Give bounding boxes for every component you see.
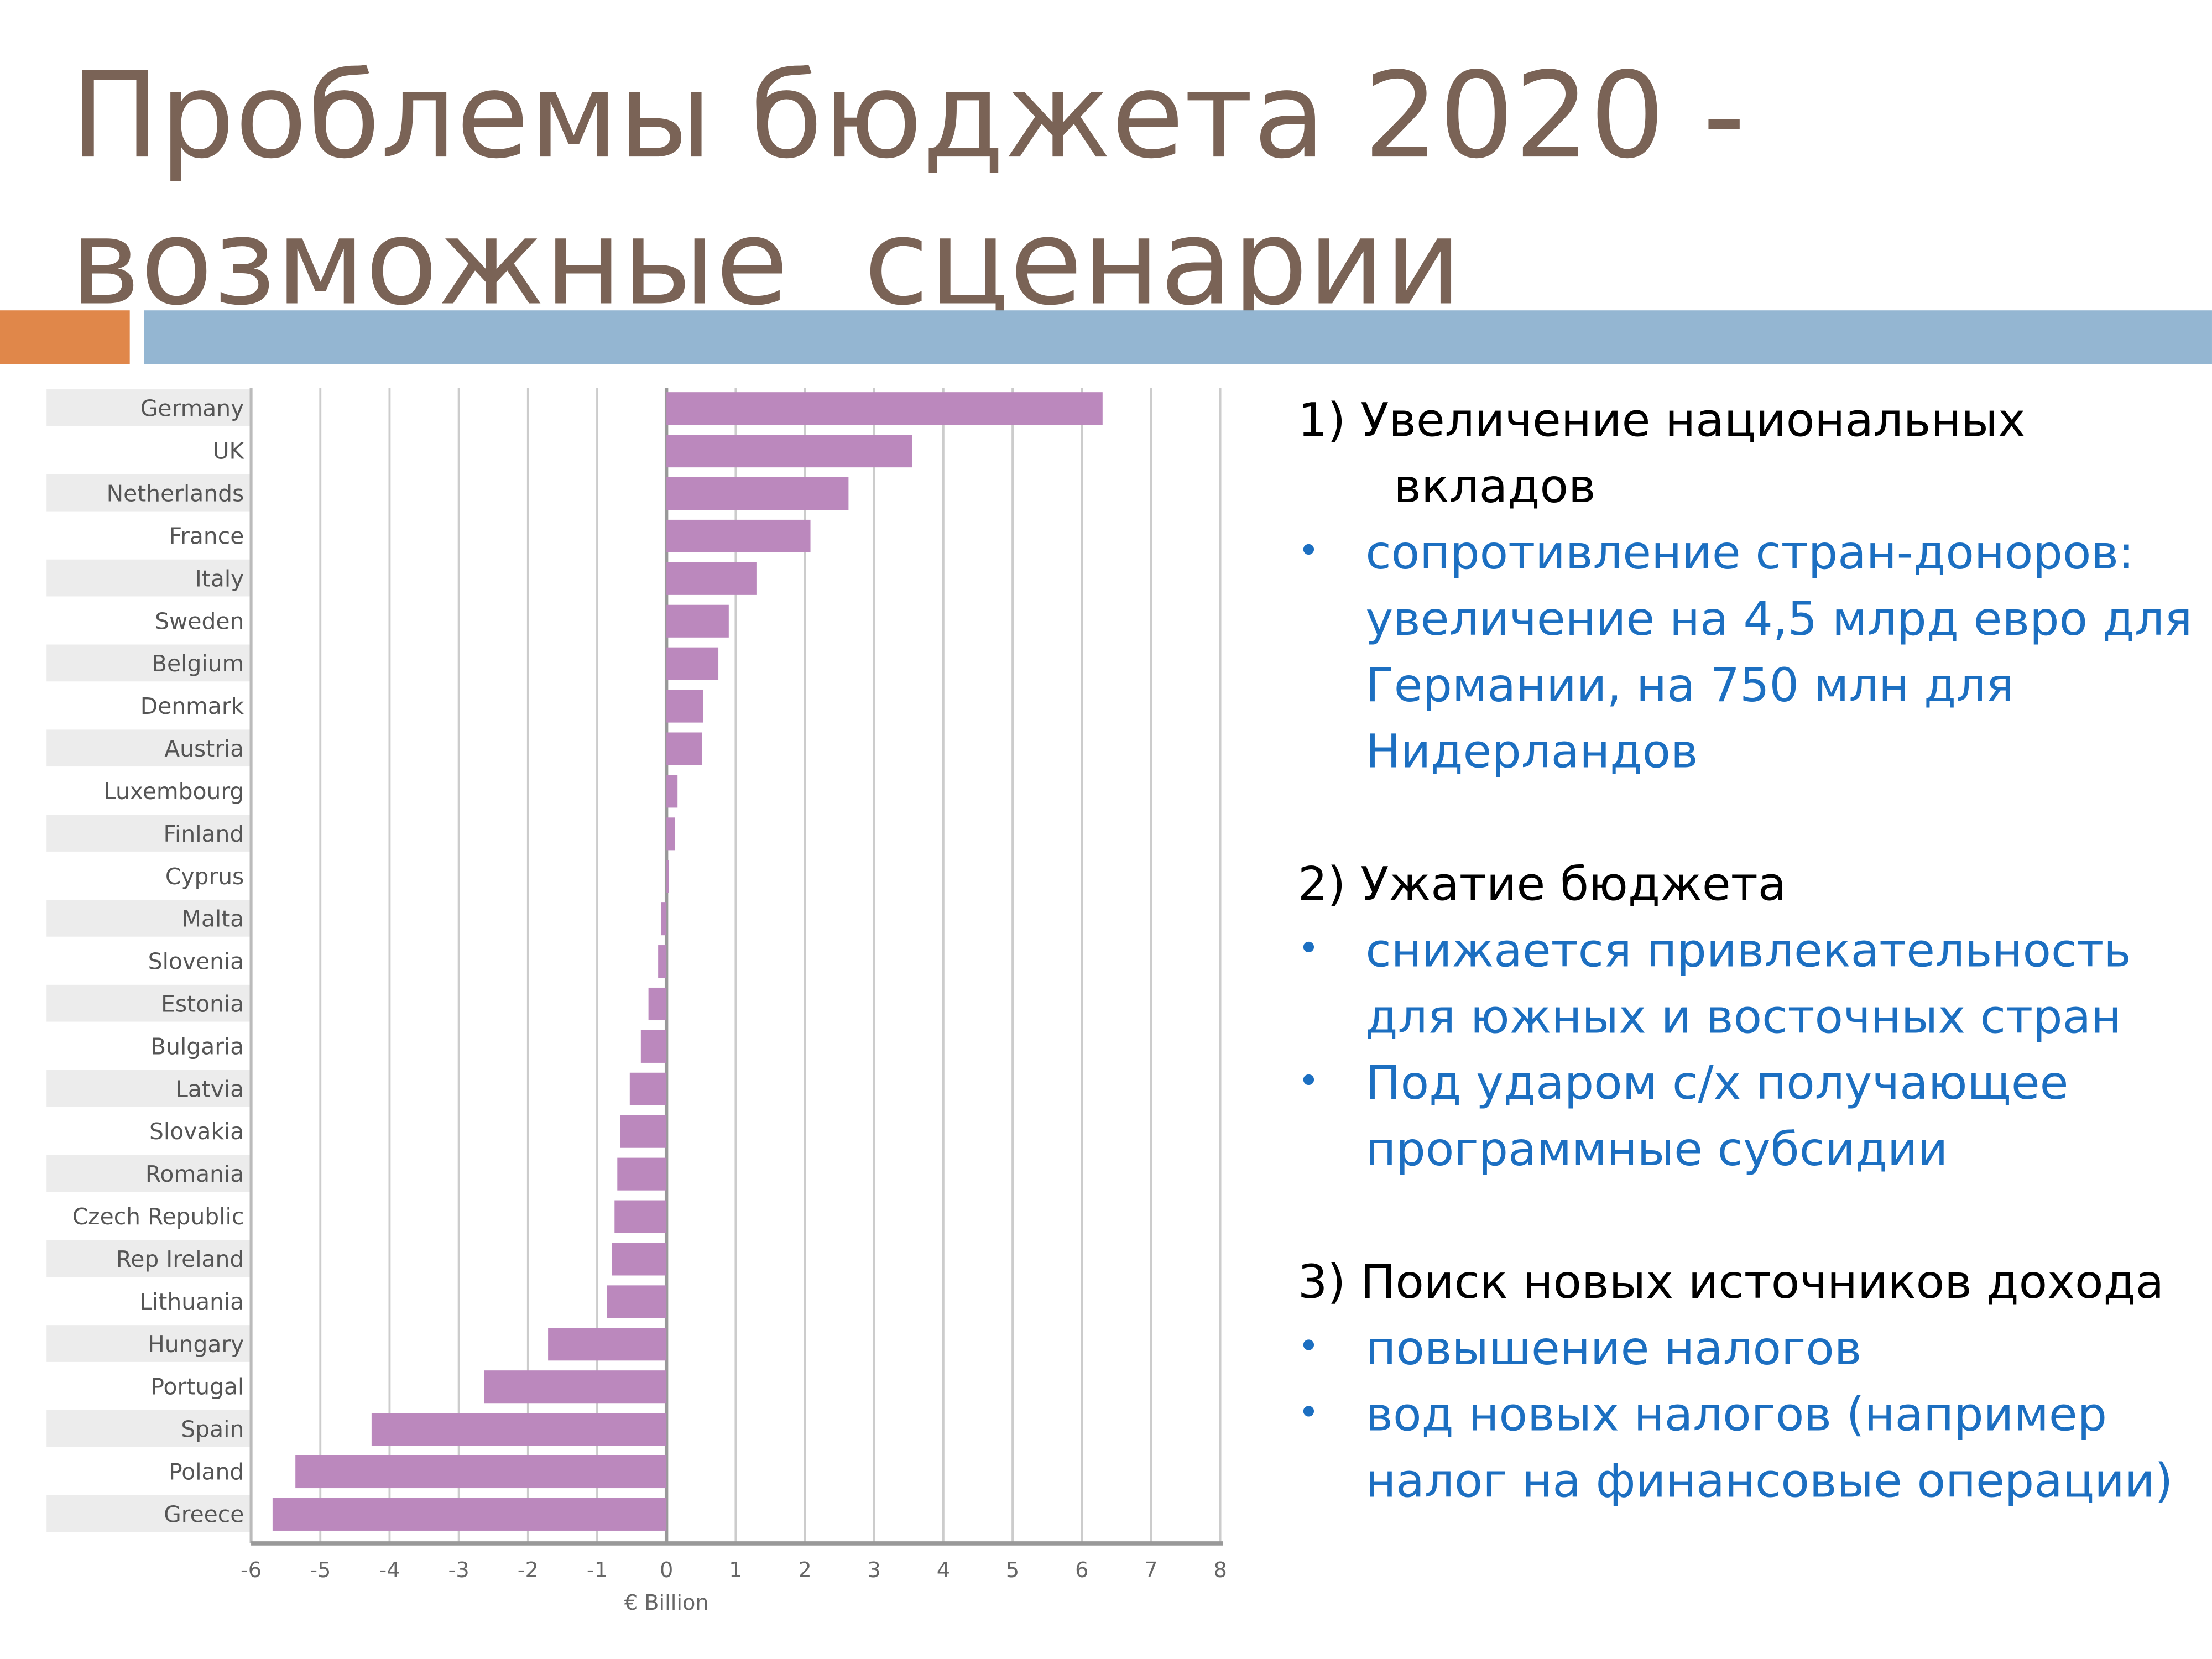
bullet: • сопротивление стран-доноров: увеличение… [1298,519,2201,785]
bar [666,732,702,765]
bar [607,1285,667,1318]
bar [617,1157,667,1191]
category-label: Slovenia [148,948,244,975]
x-tick-label: -2 [518,1558,539,1583]
accent-bar-blue [144,310,2212,364]
bar [548,1328,667,1361]
x-tick-label: 2 [798,1558,811,1583]
bar [640,1030,667,1063]
bar [614,1200,667,1233]
category-label: Poland [169,1459,244,1485]
x-tick-label: -6 [241,1558,262,1583]
bar [629,1072,667,1105]
category-label: Belgium [152,650,244,677]
category-label: France [169,523,244,549]
bar [648,987,667,1021]
category-label: Germany [140,395,244,422]
category-label: Latvia [175,1076,244,1102]
x-tick-label: 3 [868,1558,881,1583]
category-label: Romania [145,1161,244,1187]
x-tick-label: -1 [587,1558,608,1583]
bar-chart: -6 -5 -4 -3 -2 -1 0 1 2 3 4 5 6 7 8 Germany UK Netherland… [46,388,1227,1615]
bar [371,1413,667,1446]
bar [666,604,729,638]
x-tick-label: -4 [379,1558,400,1583]
category-label: Czech Republic [72,1203,244,1230]
x-tick-label: 4 [937,1558,950,1583]
category-label: Lithuania [139,1288,244,1315]
accent-bar-orange [0,310,130,364]
category-label: Portugal [150,1374,244,1400]
bar [666,562,757,595]
category-label: Malta [182,906,244,932]
bullet-text: снижается привлекательность для южных и … [1365,922,2131,1044]
category-label: Greece [164,1501,244,1527]
bullet-icon: • [1297,1326,1320,1369]
bar [666,477,849,510]
bar [666,519,811,552]
x-tick-label: 0 [660,1558,673,1583]
scenarios-text: 1) Увеличение национальных вкладов • сопр… [1298,387,2201,1514]
slide: Проблемы бюджета 2020 - возможные сценар… [0,0,2212,1659]
bar [666,690,703,723]
bar [295,1455,667,1489]
bullet-text: сопротивление стран-доноров: увеличение … [1365,524,2193,779]
x-tick-label: -3 [448,1558,469,1583]
bullet: • повышение налогов [1298,1315,2201,1381]
bar [620,1115,667,1148]
category-label: Cyprus [165,863,244,890]
x-tick-label: 1 [729,1558,742,1583]
bar [666,392,1103,425]
bullet: • снижается привлекательность для южных и… [1298,917,2201,1050]
bullet-text: повышение налогов [1365,1320,1862,1376]
category-label: Estonia [161,991,244,1018]
category-label: Hungary [148,1331,244,1358]
x-tick-label: 8 [1213,1558,1227,1583]
category-label: Bulgaria [150,1033,244,1060]
category-label: Slovakia [149,1118,244,1145]
category-label: Rep Ireland [116,1246,244,1272]
bullet-icon: • [1297,1392,1320,1435]
bar [666,775,678,808]
category-label: Netherlands [107,481,244,507]
bullet-icon: • [1297,1061,1320,1103]
bullet: • Под ударом с/х получающее программные с… [1298,1050,2201,1182]
bullet-text: вод новых налогов (например налог на фин… [1365,1386,2173,1509]
category-label: Luxembourg [103,778,244,805]
bullet-icon: • [1297,928,1320,971]
bar [612,1243,667,1276]
category-label: Denmark [140,693,244,719]
x-axis-label: € Billion [624,1590,709,1615]
x-tick-label: 5 [1006,1558,1019,1583]
category-label: Sweden [155,608,244,634]
slide-title: Проблемы бюджета 2020 - возможные сценар… [71,43,1746,336]
x-tick-label: -5 [310,1558,331,1583]
x-tick-label: 6 [1075,1558,1088,1583]
scenario-1-heading: 1) Увеличение национальных [1297,392,2026,447]
bar [658,945,667,978]
bar [484,1370,667,1404]
x-tick-label: 7 [1144,1558,1157,1583]
bar [666,435,912,468]
category-label: UK [213,438,245,465]
bar [666,817,675,851]
bullet: • вод новых налогов (например налог на фи… [1298,1381,2201,1514]
bullet-text: Под ударом с/х получающее программные су… [1365,1055,2069,1177]
bullet-icon: • [1297,530,1320,573]
category-label: Austria [164,735,244,762]
category-label: Finland [164,821,244,847]
category-label: Italy [195,565,244,592]
title-line-1: Проблемы бюджета 2020 - [70,46,1746,185]
bar [666,860,669,893]
bar [666,647,719,680]
scenario-2-heading: 2) Ужатие бюджета [1297,856,1787,911]
category-label: Spain [181,1416,244,1443]
scenario-3-heading: 3) Поиск новых источников дохода [1297,1254,2164,1310]
bar [272,1498,667,1531]
bar [661,902,667,936]
scenario-1-heading-cont: вкладов [1394,458,1596,514]
